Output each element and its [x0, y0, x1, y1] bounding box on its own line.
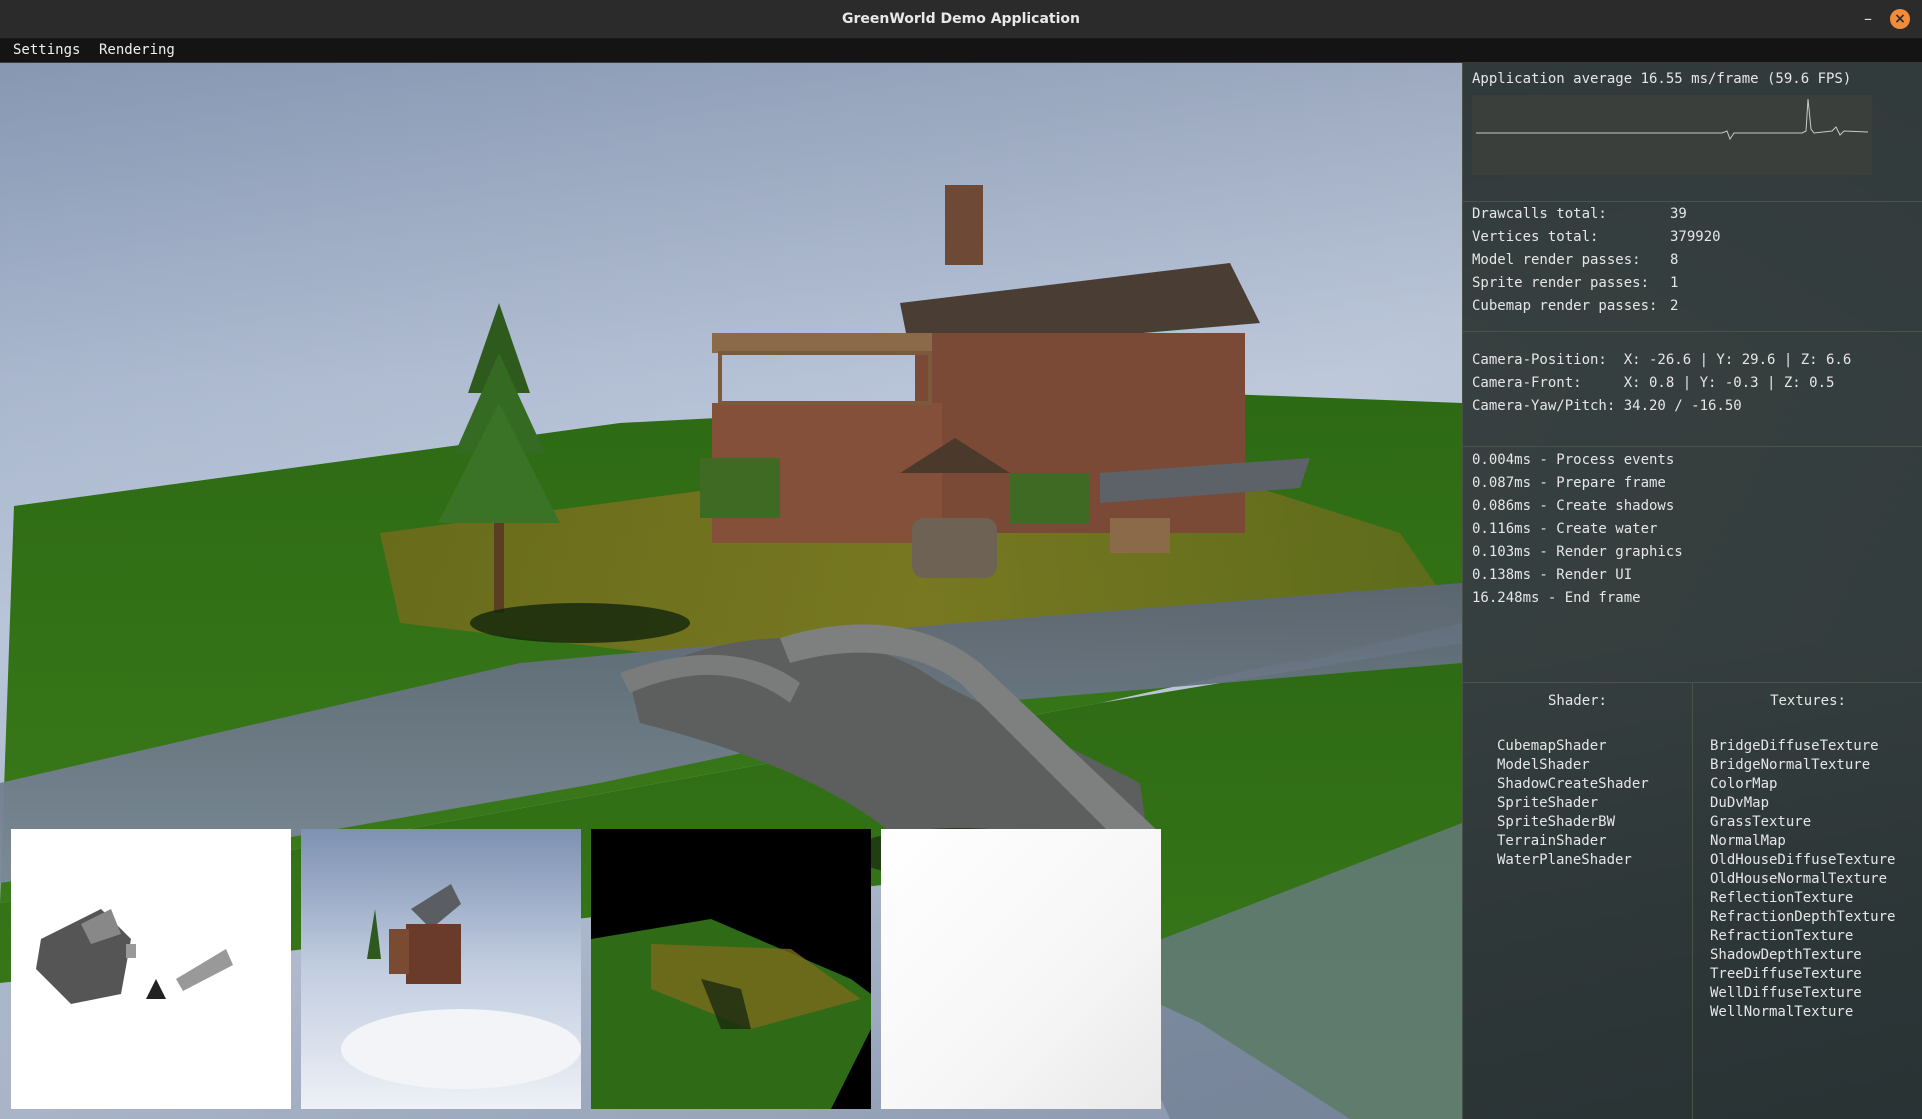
- textures-header: Textures:: [1770, 693, 1846, 709]
- drawcalls-label: Drawcalls total:: [1472, 206, 1607, 222]
- sprite-passes-value: 1: [1670, 275, 1679, 291]
- list-item: ModelShader: [1497, 757, 1590, 773]
- menu-rendering[interactable]: Rendering: [97, 39, 177, 62]
- window-title: GreenWorld Demo Application: [841, 11, 1080, 27]
- list-item: ShadowDepthTexture: [1710, 947, 1862, 963]
- fps-text: Application average 16.55 ms/frame (59.6…: [1472, 71, 1852, 87]
- timing-row: 0.138ms - Render UI: [1472, 567, 1633, 583]
- vertices-label: Vertices total:: [1472, 229, 1599, 245]
- preview-refraction: [591, 829, 871, 1109]
- list-item: TreeDiffuseTexture: [1710, 966, 1862, 982]
- model-passes-value: 8: [1670, 252, 1679, 268]
- list-item: RefractionDepthTexture: [1710, 909, 1896, 925]
- list-item: CubemapShader: [1497, 738, 1607, 754]
- cubemap-passes-value: 2: [1670, 298, 1679, 314]
- list-item: NormalMap: [1710, 833, 1786, 849]
- close-icon[interactable]: ×: [1890, 9, 1910, 29]
- preview-shadow-depth: [881, 829, 1161, 1109]
- list-item: ShadowCreateShader: [1497, 776, 1649, 792]
- list-item: OldHouseNormalTexture: [1710, 871, 1888, 887]
- list-item: WaterPlaneShader: [1497, 852, 1632, 868]
- timing-row: 0.004ms - Process events: [1472, 452, 1675, 468]
- menu-bar: Settings Rendering: [0, 39, 1922, 63]
- list-item: ColorMap: [1710, 776, 1778, 792]
- list-item: OldHouseDiffuseTexture: [1710, 852, 1896, 868]
- sprite-passes-label: Sprite render passes:: [1472, 275, 1650, 291]
- camera-front: Camera-Front: X: 0.8 | Y: -0.3 | Z: 0.5: [1472, 375, 1835, 391]
- list-item: RefractionTexture: [1710, 928, 1854, 944]
- camera-position: Camera-Position: X: -26.6 | Y: 29.6 | Z:…: [1472, 352, 1852, 368]
- list-item: GrassTexture: [1710, 814, 1812, 830]
- list-item: BridgeDiffuseTexture: [1710, 738, 1879, 754]
- timing-row: 0.116ms - Create water: [1472, 521, 1658, 537]
- list-item: SpriteShaderBW: [1497, 814, 1616, 830]
- timing-row: 0.103ms - Render graphics: [1472, 544, 1683, 560]
- minimize-icon[interactable]: –: [1858, 9, 1878, 29]
- list-item: DuDvMap: [1710, 795, 1770, 811]
- preview-depth-map: [11, 829, 291, 1109]
- menu-settings[interactable]: Settings: [11, 39, 82, 62]
- texture-list: Textures: BridgeDiffuseTexture BridgeNor…: [1693, 683, 1922, 1119]
- shader-list: Shader: CubemapShader ModelShader Shadow…: [1463, 683, 1692, 1119]
- list-item: BridgeNormalTexture: [1710, 757, 1871, 773]
- separator: [1463, 201, 1922, 202]
- list-item: SpriteShader: [1497, 795, 1599, 811]
- timing-row: 0.087ms - Prepare frame: [1472, 475, 1666, 491]
- resource-lists: Shader: CubemapShader ModelShader Shadow…: [1463, 683, 1922, 1119]
- timing-row: 16.248ms - End frame: [1472, 590, 1641, 606]
- separator: [1463, 446, 1922, 447]
- frame-time-graph: [1472, 95, 1872, 175]
- stats-panel: Application average 16.55 ms/frame (59.6…: [1462, 63, 1922, 1119]
- list-item: TerrainShader: [1497, 833, 1607, 849]
- preview-reflection: [301, 829, 581, 1109]
- list-item: WellDiffuseTexture: [1710, 985, 1862, 1001]
- model-passes-label: Model render passes:: [1472, 252, 1641, 268]
- drawcalls-value: 39: [1670, 206, 1687, 222]
- list-item: WellNormalTexture: [1710, 1004, 1854, 1020]
- camera-yaw-pitch: Camera-Yaw/Pitch: 34.20 / -16.50: [1472, 398, 1742, 414]
- vertices-value: 379920: [1670, 229, 1721, 245]
- timing-row: 0.086ms - Create shadows: [1472, 498, 1675, 514]
- cubemap-passes-label: Cubemap render passes:: [1472, 298, 1658, 314]
- list-item: ReflectionTexture: [1710, 890, 1854, 906]
- window-titlebar[interactable]: GreenWorld Demo Application – ×: [0, 0, 1922, 39]
- separator: [1463, 331, 1922, 332]
- shader-header: Shader:: [1547, 693, 1607, 709]
